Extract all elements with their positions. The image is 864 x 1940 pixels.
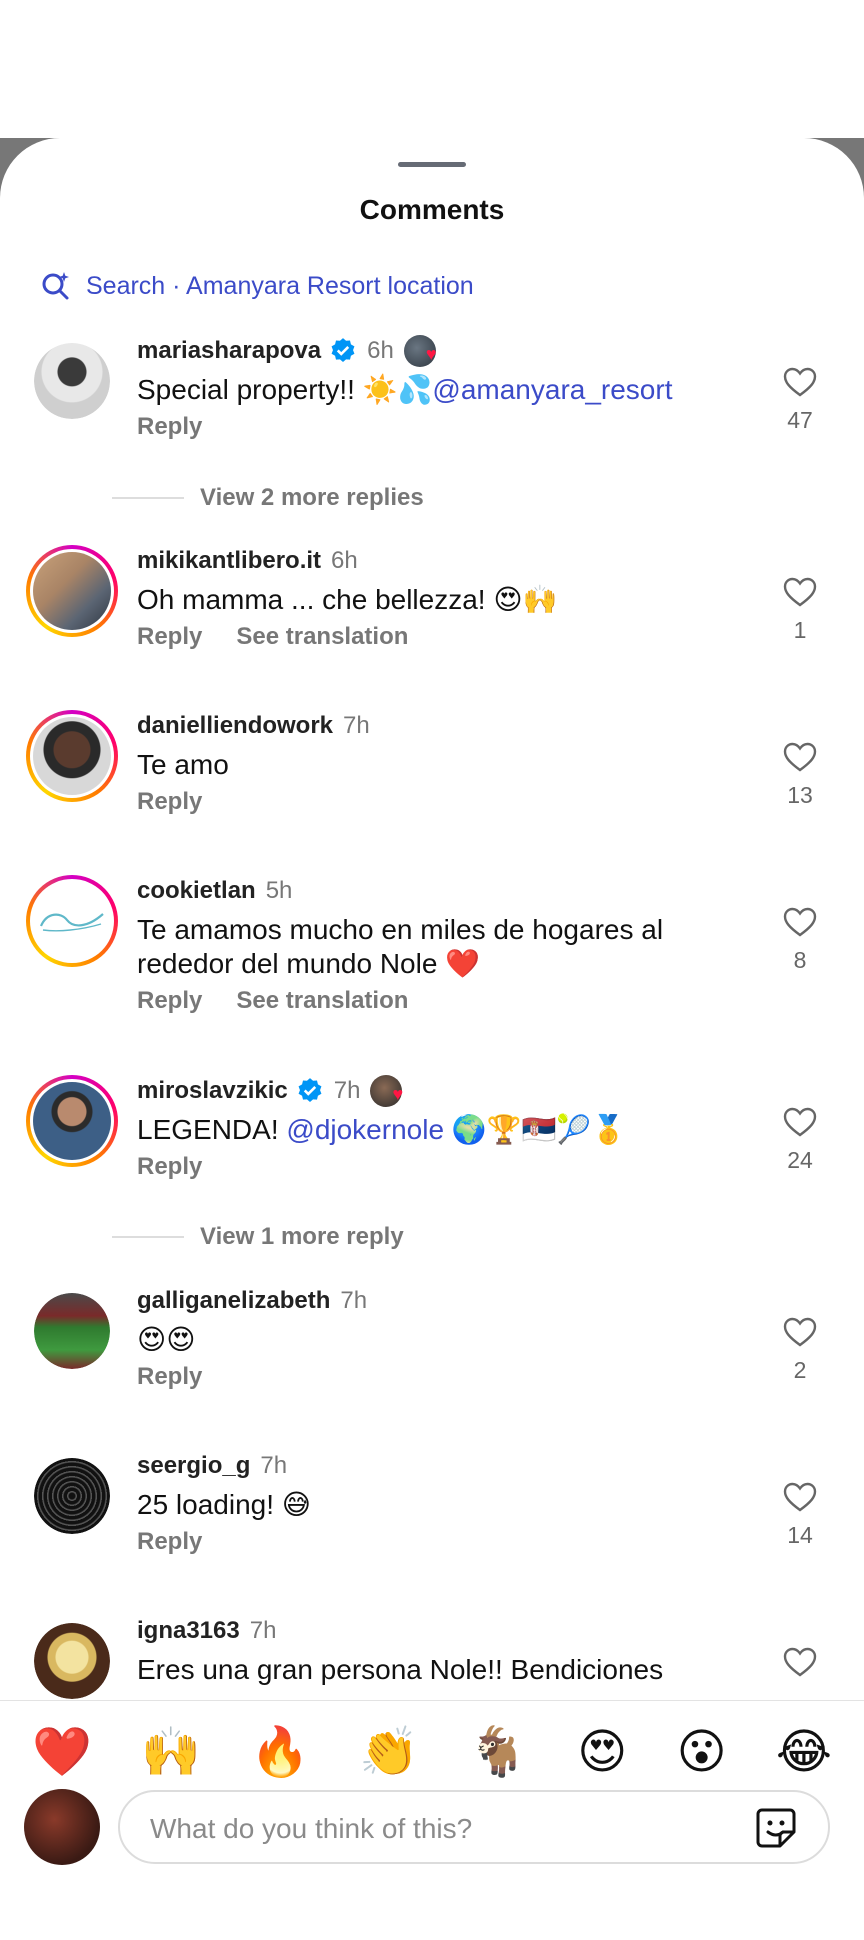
reply-button[interactable]: Reply: [137, 1528, 202, 1556]
comment-username[interactable]: cookietlan: [137, 877, 256, 905]
reaction-heart-eyes[interactable]: 😍: [577, 1723, 627, 1783]
see-translation-button[interactable]: See translation: [236, 987, 408, 1015]
comment-like: 1: [776, 577, 824, 644]
drag-handle[interactable]: [398, 162, 466, 167]
search-label: Search · Amanyara Resort location: [86, 271, 474, 300]
liked-by-author-indicator: ♥: [403, 335, 444, 367]
comment-text: LEGENDA! @djokernole 🌍🏆🇷🇸🎾🥇: [137, 1114, 627, 1145]
comment-like: 2: [776, 1317, 824, 1384]
comment-input-field[interactable]: [118, 1790, 830, 1864]
avatar-story-ring[interactable]: [26, 1075, 118, 1167]
comment-text: Te amo: [137, 749, 229, 780]
comment-time: 6h: [331, 547, 358, 574]
heart-outline-icon[interactable]: [783, 907, 817, 937]
comments-sheet: Comments Search · Amanyara Resort locati…: [0, 138, 864, 1939]
comment-username[interactable]: mariasharapova: [137, 337, 321, 365]
heart-outline-icon[interactable]: [783, 1482, 817, 1512]
heart-outline-icon[interactable]: [783, 577, 817, 607]
search-sparkle-icon: [42, 272, 69, 300]
reaction-goat[interactable]: 🐐: [468, 1723, 528, 1783]
avatar[interactable]: [34, 1293, 110, 1369]
comment-text: Te amamos mucho en miles de hogares al r…: [137, 914, 664, 979]
like-count: 1: [793, 617, 807, 643]
heart-outline-icon[interactable]: [783, 367, 817, 397]
comment-like: 8: [776, 907, 824, 974]
sheet-title: Comments: [359, 194, 505, 225]
comment-composer-area: ❤️ 🙌 🔥 👏 🐐 😍 😮 😂: [0, 1700, 864, 1940]
comment-username[interactable]: mikikantlibero.it: [137, 547, 321, 575]
heart-icon: ♥: [392, 1084, 404, 1104]
reply-button[interactable]: Reply: [137, 788, 202, 816]
like-count: 47: [787, 407, 813, 433]
comment-text: Special property!! ☀️💦@amanyara_resort: [137, 374, 673, 405]
avatar-story-ring[interactable]: [26, 545, 118, 637]
comment-text: Oh mamma ... che bellezza! 😍🙌: [137, 584, 558, 615]
heart-outline-icon[interactable]: [783, 1647, 817, 1677]
view-more-replies[interactable]: View 2 more replies: [112, 484, 424, 512]
comment-like: [776, 1647, 824, 1677]
avatar[interactable]: [34, 1458, 110, 1534]
see-translation-button[interactable]: See translation: [236, 623, 408, 651]
like-count: 8: [793, 947, 807, 973]
comment-time: 7h: [333, 1077, 361, 1104]
comment-time: 7h: [260, 1452, 288, 1479]
heart-outline-icon[interactable]: [783, 742, 817, 772]
comment-time: 5h: [265, 877, 293, 904]
liked-by-author-indicator: ♥: [370, 1075, 410, 1107]
like-count: 2: [793, 1357, 807, 1383]
reply-button[interactable]: Reply: [137, 413, 202, 441]
comment-like: 24: [776, 1107, 824, 1174]
comment-text: 25 loading! 😅: [137, 1489, 311, 1520]
comment-like: 47: [776, 367, 824, 434]
cookietlan-logo: [39, 913, 104, 932]
comment-username[interactable]: seergio_g: [137, 1452, 250, 1480]
sticker-icon[interactable]: [754, 1806, 798, 1850]
quick-reactions-bar: ❤️ 🙌 🔥 👏 🐐 😍 😮 😂: [32, 1723, 832, 1783]
reply-button[interactable]: Reply: [137, 987, 202, 1015]
comment-time: 6h: [367, 337, 394, 364]
search-location-link[interactable]: Search · Amanyara Resort location: [40, 266, 474, 306]
comment-time: 7h: [249, 1617, 277, 1644]
view-more-replies[interactable]: View 1 more reply: [112, 1223, 404, 1251]
heart-outline-icon[interactable]: [783, 1107, 817, 1137]
avatar[interactable]: [34, 1623, 110, 1699]
verified-badge-icon: [298, 1078, 322, 1102]
comment-username[interactable]: igna3163: [137, 1617, 240, 1645]
comment-username[interactable]: galliganelizabeth: [137, 1287, 330, 1315]
heart-icon: ♥: [425, 344, 437, 364]
comment-time: 7h: [343, 712, 370, 739]
reaction-raised-hands[interactable]: 🙌: [141, 1723, 201, 1783]
comment-text: Eres una gran persona Nole!! Bendiciones: [137, 1654, 664, 1685]
comment-time: 7h: [340, 1287, 368, 1314]
comment-like: 14: [776, 1482, 824, 1549]
comment-username[interactable]: danielliendowork: [137, 712, 333, 740]
avatar[interactable]: [34, 343, 110, 419]
current-user-avatar: [24, 1789, 100, 1865]
heart-outline-icon[interactable]: [783, 1317, 817, 1347]
reaction-laughing[interactable]: 😂: [776, 1723, 832, 1783]
comment-like: 13: [776, 742, 824, 809]
like-count: 24: [787, 1147, 813, 1173]
mention-link[interactable]: @djokernole: [286, 1114, 444, 1145]
avatar-story-ring[interactable]: [26, 875, 118, 967]
comment-username[interactable]: miroslavzikic: [137, 1077, 288, 1105]
reply-button[interactable]: Reply: [137, 623, 202, 651]
comment-text: 😍😍: [137, 1324, 196, 1355]
comment-input[interactable]: [148, 1806, 712, 1852]
reply-button[interactable]: Reply: [137, 1153, 202, 1181]
verified-badge-icon: [331, 338, 355, 362]
reply-button[interactable]: Reply: [137, 1363, 202, 1391]
avatar-story-ring[interactable]: [26, 710, 118, 802]
reaction-clap[interactable]: 👏: [359, 1723, 419, 1783]
like-count: 13: [787, 782, 813, 808]
mention-link[interactable]: @amanyara_resort: [432, 374, 672, 405]
reaction-fire[interactable]: 🔥: [250, 1723, 310, 1783]
like-count: 14: [787, 1522, 813, 1548]
reaction-surprised[interactable]: 😮: [677, 1723, 727, 1783]
reaction-heart[interactable]: ❤️: [32, 1723, 92, 1783]
